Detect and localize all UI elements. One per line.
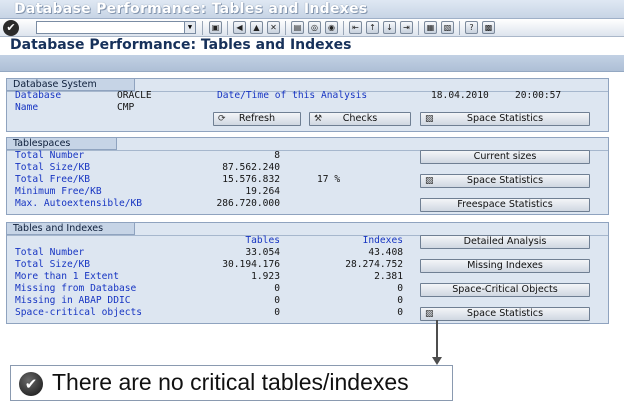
total-size-indexes: 28.274.752	[345, 259, 403, 270]
help-icon[interactable]: ?	[465, 21, 478, 34]
toolbar-separator	[459, 21, 460, 35]
current-sizes-button[interactable]: Current sizes	[420, 150, 590, 164]
refresh-button[interactable]: ⟳ Refresh	[213, 112, 301, 126]
total-size-value: 87.562.240	[222, 162, 280, 173]
total-size-label: Total Size/KB	[15, 259, 91, 270]
check-icon[interactable]: ✔	[3, 20, 19, 36]
total-size-tables: 30.194.176	[222, 259, 280, 270]
detailed-analysis-button[interactable]: Detailed Analysis	[420, 235, 590, 249]
next-page-icon[interactable]: ↓	[383, 21, 396, 34]
screen-title-area: Database Performance: Tables and Indexes	[0, 37, 624, 55]
max-autoextensible-value: 286.720.000	[216, 198, 280, 209]
toolbar-separator	[227, 21, 228, 35]
missing-indexes-button[interactable]: Missing Indexes	[420, 259, 590, 273]
page-title: Database Performance: Tables and Indexes	[10, 37, 352, 53]
toolbar-separator	[202, 21, 203, 35]
total-free-value: 15.576.832	[222, 174, 280, 185]
space-critical-objects-indexes: 0	[397, 307, 403, 318]
total-number-value: 8	[274, 150, 280, 161]
analysis-datetime-label: Date/Time of this Analysis	[217, 90, 368, 101]
status-message-text: There are no critical tables/indexes	[52, 369, 409, 395]
save-icon[interactable]: ▣	[209, 21, 222, 34]
total-number-indexes: 43.408	[368, 247, 403, 258]
max-autoextensible-label: Max. Autoextensible/KB	[15, 198, 143, 209]
database-value: ORACLE	[117, 90, 152, 101]
missing-in-ddic-tables: 0	[274, 295, 280, 306]
tablespaces-group: Tablespaces Total Number 8 Total Size/KB…	[6, 137, 609, 215]
command-field[interactable]: ▼	[36, 21, 196, 34]
find-icon[interactable]: ◎	[308, 21, 321, 34]
statistics-icon: ▨	[425, 176, 434, 186]
toolbar-separator	[343, 21, 344, 35]
check-circle-icon: ✔	[19, 372, 43, 396]
layout-icon[interactable]: ▩	[482, 21, 495, 34]
refresh-icon: ⟳	[218, 114, 226, 124]
checks-icon: ⚒	[314, 114, 323, 124]
more-than-one-extent-indexes: 2.381	[374, 271, 403, 282]
history-dropdown-icon[interactable]: ▼	[184, 22, 195, 33]
checks-button[interactable]: ⚒ Checks	[309, 112, 411, 126]
missing-in-ddic-indexes: 0	[397, 295, 403, 306]
total-size-label: Total Size/KB	[15, 162, 91, 173]
space-critical-objects-tables: 0	[274, 307, 280, 318]
exit-icon[interactable]: ▲	[250, 21, 263, 34]
total-number-tables: 33.054	[245, 247, 280, 258]
space-statistics-button[interactable]: ▨ Space Statistics	[420, 307, 590, 321]
name-value: CMP	[117, 102, 135, 113]
cancel-icon[interactable]: ✕	[267, 21, 280, 34]
find-next-icon[interactable]: ◉	[325, 21, 338, 34]
shortcut-icon[interactable]: ▧	[441, 21, 454, 34]
total-number-label: Total Number	[15, 247, 85, 258]
group-header: Tables and Indexes	[7, 223, 135, 235]
analysis-date: 18.04.2010	[431, 90, 489, 101]
space-statistics-button[interactable]: ▨ Space Statistics	[420, 112, 590, 126]
last-page-icon[interactable]: ⇥	[400, 21, 413, 34]
first-page-icon[interactable]: ⇤	[349, 21, 362, 34]
group-header: Tablespaces	[7, 138, 117, 150]
space-statistics-button[interactable]: ▨ Space Statistics	[420, 174, 590, 188]
minimum-free-label: Minimum Free/KB	[15, 186, 102, 197]
application-toolbar	[0, 55, 624, 72]
toolbar-separator	[285, 21, 286, 35]
database-label: Database	[15, 90, 62, 101]
more-than-one-extent-tables: 1.923	[251, 271, 280, 282]
space-critical-objects-label: Space-critical objects	[15, 307, 143, 318]
name-label: Name	[15, 102, 39, 113]
space-critical-objects-button[interactable]: Space-Critical Objects	[420, 283, 590, 297]
toolbar-separator	[418, 21, 419, 35]
previous-page-icon[interactable]: ↑	[366, 21, 379, 34]
missing-in-ddic-label: Missing in ABAP DDIC	[15, 295, 131, 306]
print-icon[interactable]: ▤	[291, 21, 304, 34]
freespace-statistics-button[interactable]: Freespace Statistics	[420, 198, 590, 212]
more-than-one-extent-label: More than 1 Extent	[15, 271, 119, 282]
missing-from-database-label: Missing from Database	[15, 283, 137, 294]
total-free-label: Total Free/KB	[15, 174, 91, 185]
window-title: Database Performance: Tables and Indexes	[14, 1, 368, 17]
indexes-column-header: Indexes	[362, 235, 403, 246]
pointer-arrow-head	[432, 357, 442, 365]
tables-column-header: Tables	[245, 235, 280, 246]
statistics-icon: ▨	[425, 309, 434, 319]
standard-toolbar: ✔ ▼ ▣ ◀ ▲ ✕ ▤ ◎ ◉ ⇤ ↑ ↓ ⇥ ▦ ▧ ? ▩	[0, 19, 624, 37]
total-number-label: Total Number	[15, 150, 85, 161]
database-system-group: Database System Database ORACLE Name CMP…	[6, 78, 609, 132]
window-title-bar: Database Performance: Tables and Indexes	[0, 0, 624, 19]
missing-from-database-indexes: 0	[397, 283, 403, 294]
missing-from-database-tables: 0	[274, 283, 280, 294]
analysis-time: 20:00:57	[515, 90, 562, 101]
total-free-percent: 17 %	[317, 174, 341, 185]
tables-indexes-group: Tables and Indexes Tables Indexes Total …	[6, 222, 609, 324]
create-session-icon[interactable]: ▦	[424, 21, 437, 34]
minimum-free-value: 19.264	[245, 186, 280, 197]
pointer-arrow-line	[436, 320, 438, 360]
back-icon[interactable]: ◀	[233, 21, 246, 34]
statistics-icon: ▨	[425, 114, 434, 124]
